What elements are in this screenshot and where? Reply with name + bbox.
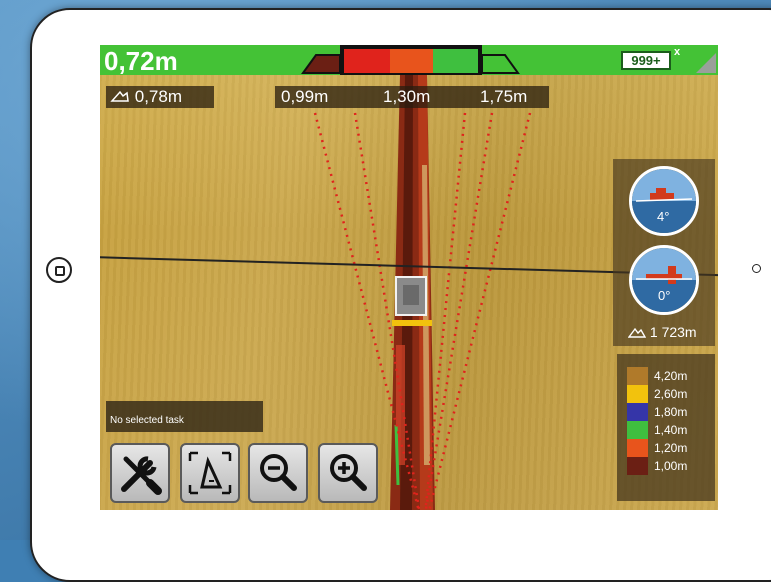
measure-icon xyxy=(188,451,232,495)
measure-button[interactable] xyxy=(180,443,240,503)
legend-item: 1,80m xyxy=(627,403,717,421)
distance-readouts: 0,99m 1,30m 1,75m xyxy=(275,86,549,108)
home-button[interactable] xyxy=(46,257,72,283)
legend-label: 4,20m xyxy=(654,369,688,383)
legend-item: 1,40m xyxy=(627,421,717,439)
depth-legend: 4,20m 2,60m 1,80m 1,40m 1,20m 1,00m xyxy=(617,354,715,501)
altitude-readout: 1 723m xyxy=(627,324,697,340)
pitch-gauge: 0° xyxy=(629,245,699,315)
zoom-in-icon xyxy=(330,454,367,491)
zoom-in-button[interactable] xyxy=(318,443,378,503)
current-depth: 0,72m xyxy=(104,46,178,76)
zoom-out-icon xyxy=(260,454,297,491)
legend-label: 2,60m xyxy=(654,387,688,401)
legend-swatch xyxy=(627,439,648,457)
corner-triangle-icon[interactable] xyxy=(696,53,716,73)
pitch-value: 0° xyxy=(658,288,671,303)
legend-swatch xyxy=(627,421,648,439)
legend-item: 4,20m xyxy=(627,367,717,385)
tools-button[interactable] xyxy=(110,443,170,503)
legend-item: 1,00m xyxy=(627,457,717,475)
readout-center-right: 1,75m xyxy=(480,87,528,106)
top-status-bar: 0,72m 999+ x xyxy=(100,45,718,76)
legend-item: 1,20m xyxy=(627,439,717,457)
left-depth-value: 0,78m xyxy=(134,87,182,106)
alert-counter[interactable]: 999+ xyxy=(621,51,671,70)
camera-dot xyxy=(752,264,761,273)
task-status-text: No selected task xyxy=(110,415,184,426)
left-depth-readout: 0,78m xyxy=(106,86,214,108)
tools-icon xyxy=(121,456,162,495)
task-status-box[interactable]: No selected task xyxy=(106,401,263,432)
legend-swatch xyxy=(627,367,648,385)
legend-label: 1,00m xyxy=(654,459,688,473)
legend-item: 2,60m xyxy=(627,385,717,403)
orientation-panel: 4° 0° 1 723m xyxy=(613,159,715,346)
legend-label: 1,20m xyxy=(654,441,688,455)
legend-swatch xyxy=(627,457,648,475)
legend-label: 1,80m xyxy=(654,405,688,419)
zoom-out-button[interactable] xyxy=(248,443,308,503)
readout-center-left: 0,99m xyxy=(281,87,329,106)
legend-swatch xyxy=(627,385,648,403)
lightbar xyxy=(301,45,520,75)
roll-gauge: 4° xyxy=(629,166,699,236)
mountain-icon xyxy=(627,327,647,338)
excavator-icon xyxy=(110,90,129,102)
legend-label: 1,40m xyxy=(654,423,688,437)
roll-value: 4° xyxy=(657,209,670,224)
legend-swatch xyxy=(627,403,648,421)
close-icon[interactable]: x xyxy=(674,46,680,58)
altitude-value: 1 723m xyxy=(649,324,697,340)
readout-center: 1,30m xyxy=(383,87,431,106)
app-screen: 0,72m 999+ x 0,78m 0,99m 1,30m 1,75m 4° … xyxy=(100,45,718,510)
